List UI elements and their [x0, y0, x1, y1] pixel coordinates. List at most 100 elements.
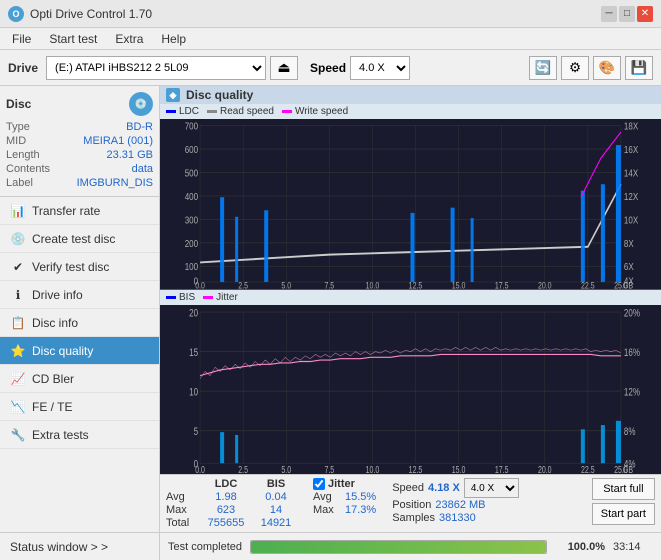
position-label: Position: [392, 499, 431, 511]
svg-text:12%: 12%: [624, 386, 640, 399]
progress-time: 33:14: [613, 541, 653, 553]
total-row: Total 755655 14921: [166, 517, 301, 529]
position-value: 23862 MB: [435, 499, 485, 511]
jitter-legend-dot: [203, 296, 213, 299]
ldc-legend-dot: [166, 110, 176, 113]
bis-legend-dot: [166, 296, 176, 299]
total-ldc: 755655: [201, 517, 251, 529]
save-button[interactable]: 💾: [625, 56, 653, 80]
jitter-stats: Jitter Avg 15.5% Max 17.3%: [313, 478, 376, 516]
svg-text:GB: GB: [623, 281, 633, 289]
svg-text:18X: 18X: [624, 120, 638, 131]
sidebar-item-transfer-rate[interactable]: 📊 Transfer rate: [0, 197, 159, 225]
drive-select[interactable]: (E:) ATAPI iHBS212 2 5L09: [46, 56, 266, 80]
disc-type-row: Type BD-R: [6, 120, 153, 134]
menu-bar: File Start test Extra Help: [0, 28, 661, 50]
cd-bler-icon: 📈: [10, 371, 26, 387]
action-buttons: Start full Start part: [592, 478, 655, 525]
menu-extra[interactable]: Extra: [107, 30, 151, 48]
fe-te-icon: 📉: [10, 399, 26, 415]
chart1-legend: LDC Read speed Write speed: [160, 104, 661, 119]
palette-button[interactable]: 🎨: [593, 56, 621, 80]
close-button[interactable]: ✕: [637, 6, 653, 22]
svg-text:10: 10: [189, 386, 198, 399]
svg-text:8X: 8X: [624, 238, 634, 249]
sidebar-item-cd-bler[interactable]: 📈 CD Bler: [0, 365, 159, 393]
refresh-button[interactable]: 🔄: [529, 56, 557, 80]
svg-text:20.0: 20.0: [538, 281, 552, 289]
maximize-button[interactable]: □: [619, 6, 635, 22]
create-test-icon: 💿: [10, 231, 26, 247]
svg-text:16X: 16X: [624, 144, 638, 155]
sidebar-item-disc-info[interactable]: 📋 Disc info: [0, 309, 159, 337]
disc-contents-row: Contents data: [6, 162, 153, 176]
svg-text:20.0: 20.0: [538, 463, 552, 474]
svg-text:100: 100: [185, 261, 198, 272]
svg-text:6X: 6X: [624, 261, 634, 272]
eject-button[interactable]: ⏏: [270, 56, 298, 80]
svg-text:20: 20: [189, 307, 198, 320]
progress-section: Test completed 100.0% 33:14: [160, 532, 661, 560]
total-bis: 14921: [251, 517, 301, 529]
svg-text:10.0: 10.0: [366, 463, 380, 474]
svg-text:12.5: 12.5: [409, 463, 423, 474]
verify-test-icon: ✔: [10, 259, 26, 275]
svg-text:7.5: 7.5: [324, 281, 334, 289]
jitter-max: 17.3%: [345, 504, 376, 516]
write-speed-legend: Write speed: [282, 106, 348, 117]
svg-text:700: 700: [185, 120, 198, 131]
samples-row: Samples 381330: [392, 512, 519, 524]
settings-button[interactable]: ⚙: [561, 56, 589, 80]
ldc-bis-stats: LDC BIS Avg 1.98 0.04 Max 623 14 Total 7…: [166, 478, 301, 529]
sidebar-item-create-test[interactable]: 💿 Create test disc: [0, 225, 159, 253]
ldc-legend: LDC: [166, 106, 199, 117]
jitter-label: Jitter: [328, 478, 355, 490]
avg-bis: 0.04: [251, 491, 301, 503]
svg-text:22.5: 22.5: [581, 463, 595, 474]
svg-text:GB: GB: [623, 463, 633, 474]
samples-label: Samples: [392, 512, 435, 524]
progress-bar-fill: [251, 541, 546, 553]
speed-select[interactable]: 4.0 X: [350, 56, 410, 80]
start-full-button[interactable]: Start full: [592, 478, 655, 500]
disc-quality-icon: ⭐: [10, 343, 26, 359]
menu-help[interactable]: Help: [153, 30, 194, 48]
disc-title: Disc: [6, 97, 31, 111]
svg-text:7.5: 7.5: [324, 463, 334, 474]
svg-text:12X: 12X: [624, 191, 638, 202]
minimize-button[interactable]: ─: [601, 6, 617, 22]
toolbar: Drive (E:) ATAPI iHBS212 2 5L09 ⏏ Speed …: [0, 50, 661, 86]
disc-length-row: Length 23.31 GB: [6, 148, 153, 162]
menu-file[interactable]: File: [4, 30, 39, 48]
title-text: Opti Drive Control 1.70: [30, 7, 152, 21]
chart1-container: LDC Read speed Write speed: [160, 104, 661, 290]
speed-dropdown[interactable]: 4.0 X: [464, 478, 519, 498]
status-window-button[interactable]: Status window > >: [0, 532, 159, 560]
content-area: ◈ Disc quality LDC Read speed: [160, 86, 661, 560]
svg-text:5.0: 5.0: [281, 463, 291, 474]
disc-label-row: Label IMGBURN_DIS: [6, 176, 153, 190]
sidebar-item-extra-tests[interactable]: 🔧 Extra tests: [0, 421, 159, 449]
max-bis: 14: [251, 504, 301, 516]
speed-row: Speed 4.18 X 4.0 X: [392, 478, 519, 498]
sidebar-item-drive-info[interactable]: ℹ Drive info: [0, 281, 159, 309]
svg-text:2.5: 2.5: [238, 281, 248, 289]
progress-percent: 100.0%: [555, 541, 605, 553]
chart2-legend: BIS Jitter: [160, 290, 661, 305]
stats-bar: LDC BIS Avg 1.98 0.04 Max 623 14 Total 7…: [160, 474, 661, 532]
start-part-button[interactable]: Start part: [592, 503, 655, 525]
jitter-checkbox[interactable]: [313, 478, 325, 490]
drive-info-icon: ℹ: [10, 287, 26, 303]
chart1-body: 700 600 500 400 300 200 100 0 18X 1: [160, 119, 661, 289]
svg-text:2.5: 2.5: [238, 463, 248, 474]
read-speed-legend: Read speed: [207, 106, 274, 117]
menu-start-test[interactable]: Start test: [41, 30, 105, 48]
sidebar-item-fe-te[interactable]: 📉 FE / TE: [0, 393, 159, 421]
sidebar-item-verify-test[interactable]: ✔ Verify test disc: [0, 253, 159, 281]
max-row: Max 623 14: [166, 504, 301, 516]
main-area: Disc 💿 Type BD-R MID MEIRA1 (001) Length…: [0, 86, 661, 560]
sidebar-item-disc-quality[interactable]: ⭐ Disc quality: [0, 337, 159, 365]
read-speed-dot: [207, 110, 217, 113]
disc-section: Disc 💿 Type BD-R MID MEIRA1 (001) Length…: [0, 86, 159, 197]
speed-label: Speed: [310, 61, 346, 75]
